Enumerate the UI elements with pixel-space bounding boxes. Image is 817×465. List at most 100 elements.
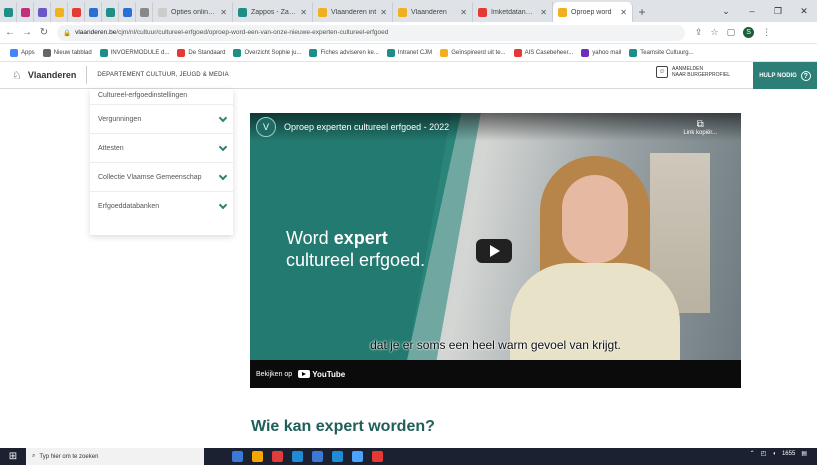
bookmark-item[interactable]: Nieuw tabblad xyxy=(42,48,92,57)
bookmark-label: Fiches adviseren ke... xyxy=(320,49,379,56)
chevron-down-icon[interactable] xyxy=(218,142,228,151)
sidebar-menu-label: Vergunningen xyxy=(98,115,142,123)
url-field[interactable]: 🔒 vlaanderen.be /cjm/nl/cultuur/culturee… xyxy=(57,24,685,41)
bookmark-favicon-icon xyxy=(177,48,186,57)
browser-tab[interactable] xyxy=(34,2,51,22)
windows-start-icon[interactable]: ⊞ xyxy=(0,451,26,462)
taskbar-app-icon[interactable] xyxy=(232,451,243,462)
taskbar-app-icon[interactable] xyxy=(332,451,343,462)
address-bar-row: ← → ↻ 🔒 vlaanderen.be /cjm/nl/cultuur/cu… xyxy=(0,22,817,44)
login-link[interactable]: ☺ AANMELDEN NAAR BURGERPROFIEL xyxy=(656,66,730,78)
video-title[interactable]: Oproep experten cultureel erfgoed - 2022 xyxy=(284,122,449,132)
site-brand[interactable]: Vlaanderen xyxy=(28,70,77,80)
bookmark-item[interactable]: Overzicht Sophie ju... xyxy=(233,48,302,57)
copy-link-button[interactable]: ⧉ Link kopiër... xyxy=(683,119,717,136)
forward-icon[interactable]: → xyxy=(20,27,34,38)
taskbar-app-icon[interactable] xyxy=(292,451,303,462)
chevron-down-icon[interactable] xyxy=(218,113,228,122)
clock[interactable]: 1655 xyxy=(782,451,795,457)
bookmark-item[interactable]: Intranet CJM xyxy=(386,48,432,57)
bookmark-item[interactable]: Teamsite Cultuurg... xyxy=(629,48,694,57)
chevron-down-icon[interactable] xyxy=(218,200,228,210)
browser-tab[interactable]: Zappos - Zapp ✕ xyxy=(233,2,313,22)
reload-icon[interactable]: ↻ xyxy=(37,27,51,38)
browser-tab[interactable]: Imketdatanorm ✕ xyxy=(473,2,553,22)
browser-tab[interactable] xyxy=(119,2,136,22)
bookmark-item[interactable]: De Standaard xyxy=(177,48,225,57)
back-icon[interactable]: ← xyxy=(3,27,17,38)
site-header: ♘ Vlaanderen DEPARTEMENT CULTUUR, JEUGD … xyxy=(0,62,817,89)
bookmark-star-icon[interactable]: ☆ xyxy=(711,27,719,38)
notifications-icon[interactable]: ▤ xyxy=(801,450,807,457)
browser-tab[interactable]: Vlaanderen int ✕ xyxy=(313,2,393,22)
channel-avatar[interactable]: V xyxy=(256,117,276,137)
bookmark-item[interactable]: Apps xyxy=(10,48,35,57)
browser-tab[interactable] xyxy=(136,2,153,22)
sidebar-menu-item[interactable]: Collectie Vlaamse Gemeenschap xyxy=(90,163,233,192)
taskbar-app-icon[interactable] xyxy=(352,451,363,462)
department-name[interactable]: DEPARTEMENT CULTUUR, JEUGD & MEDIA xyxy=(97,72,228,78)
browser-tab[interactable]: Opties online te ✕ xyxy=(153,2,233,22)
url-host: vlaanderen.be xyxy=(75,29,117,36)
play-button[interactable] xyxy=(476,239,512,263)
browser-tab[interactable] xyxy=(51,2,68,22)
browser-tab[interactable] xyxy=(0,2,17,22)
system-tray: ⌃ ◰ ◖ 1655 ▤ xyxy=(750,450,807,458)
close-tab-icon[interactable]: ✕ xyxy=(380,8,387,17)
watch-on-label[interactable]: Bekijken op xyxy=(256,371,292,378)
network-icon[interactable]: ◰ xyxy=(761,450,767,457)
tab-search-button[interactable]: ⌄ xyxy=(713,0,739,22)
bookmark-item[interactable]: Fiches adviseren ke... xyxy=(309,48,379,57)
bookmark-item[interactable]: INVOERMODULE d... xyxy=(99,48,169,57)
browser-tab[interactable] xyxy=(102,2,119,22)
tab-favicon-icon xyxy=(158,7,167,17)
sidebar-menu-item[interactable]: Erfgoeddatabanken xyxy=(90,192,233,221)
bookmark-item[interactable]: Geïnspireerd uit te... xyxy=(440,48,506,57)
header-divider xyxy=(86,66,88,84)
volume-icon[interactable]: ◖ xyxy=(772,451,776,457)
close-tab-icon[interactable]: ✕ xyxy=(220,8,227,17)
sidebar-menu-item[interactable]: Attesten xyxy=(90,134,233,163)
browser-tab[interactable]: Oproep word ✕ xyxy=(553,2,633,22)
maximize-button[interactable]: ❐ xyxy=(765,0,791,22)
share-icon[interactable]: ⇪ xyxy=(695,27,703,38)
bookmark-favicon-icon xyxy=(10,48,18,57)
tab-favicon-icon xyxy=(478,7,487,17)
tab-favicon-icon xyxy=(88,7,98,17)
taskbar-app-icon[interactable] xyxy=(372,451,383,462)
browser-tab[interactable] xyxy=(17,2,34,22)
tab-view-icon[interactable]: ▢ xyxy=(727,27,736,38)
bookmark-label: Overzicht Sophie ju... xyxy=(244,49,302,56)
profile-avatar[interactable]: S xyxy=(743,27,755,38)
chevron-down-icon[interactable] xyxy=(218,171,228,180)
sidebar-menu-item[interactable]: Vergunningen xyxy=(90,105,233,134)
youtube-icon xyxy=(298,370,311,378)
taskbar-app-icon[interactable] xyxy=(272,451,283,462)
url-path: /cjm/nl/cultuur/cultureel-erfgoed/oproep… xyxy=(116,29,389,36)
close-tab-icon[interactable]: ✕ xyxy=(540,8,547,17)
close-tab-icon[interactable]: ✕ xyxy=(300,8,307,17)
youtube-logo[interactable]: YouTube xyxy=(298,370,345,379)
close-tab-icon[interactable]: ✕ xyxy=(620,8,627,17)
browser-tab[interactable] xyxy=(68,2,85,22)
close-tab-icon[interactable]: ✕ xyxy=(460,8,467,17)
tray-arrow-icon[interactable]: ⌃ xyxy=(750,450,755,457)
browser-tab[interactable]: Vlaanderen ✕ xyxy=(393,2,473,22)
browser-tab[interactable] xyxy=(85,2,102,22)
bookmark-item[interactable]: yahoo mail xyxy=(581,48,621,57)
bookmark-favicon-icon xyxy=(513,48,522,57)
close-window-button[interactable]: ✕ xyxy=(791,0,817,22)
new-tab-button[interactable]: + xyxy=(633,2,651,22)
minimize-button[interactable]: – xyxy=(739,0,765,22)
help-button[interactable]: HULP NODIG ? xyxy=(753,62,817,89)
menu-icon[interactable]: ⋮ xyxy=(762,27,771,38)
taskbar-search[interactable]: ⌕ Typ hier om te zoeken xyxy=(26,448,204,465)
vlaanderen-lion-icon[interactable]: ♘ xyxy=(12,69,22,82)
video-headline: Word expert cultureel erfgoed. xyxy=(286,227,425,271)
taskbar-app-icon[interactable] xyxy=(252,451,263,462)
youtube-video-player[interactable]: Word expert cultureel erfgoed. dat je er… xyxy=(250,113,741,388)
taskbar-app-icon[interactable] xyxy=(312,451,323,462)
sidebar-menu-item[interactable]: Cultureel-erfgoedinstellingen xyxy=(90,89,233,105)
bookmark-item[interactable]: AIS Casebeheer... xyxy=(513,48,573,57)
tab-title: Vlaanderen int xyxy=(331,8,377,16)
